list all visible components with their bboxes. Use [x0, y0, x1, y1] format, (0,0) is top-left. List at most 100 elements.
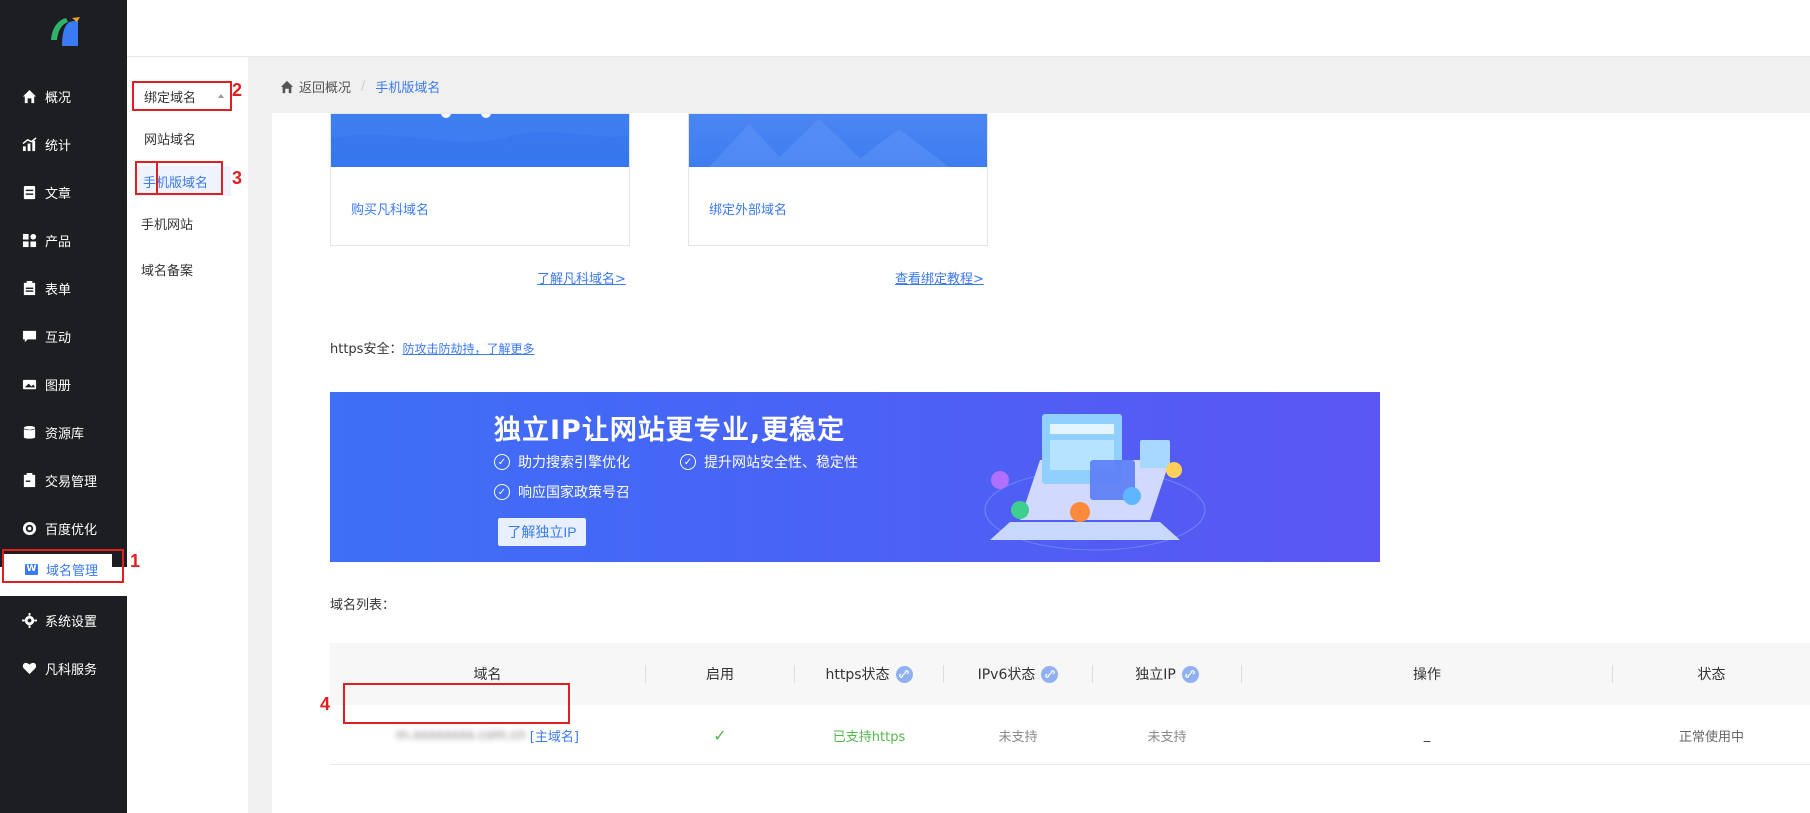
cell-dedicated-ip: 未支持 [1147, 729, 1187, 745]
breadcrumb: 返回概况 / 手机版域名 [280, 77, 440, 96]
bind-external-domain-card[interactable]: 绑定外部域名 [688, 113, 988, 246]
cell-enabled: ✓ [713, 725, 727, 745]
cell-action: _ [1423, 727, 1431, 743]
sidebar-item-trade[interactable]: 交易管理 [0, 456, 127, 504]
sidebar-item-service[interactable]: 凡科服务 [0, 644, 127, 692]
primary-domain-tag: [主域名] [529, 729, 579, 745]
main-sidebar-bottom: 系统设置 凡科服务 [0, 596, 127, 813]
laptop-illustration [984, 414, 1206, 551]
sidebar-item-label: 表单 [45, 282, 72, 298]
subnav-item-label: 手机网站 [141, 218, 194, 233]
check-circle-icon: ✓ [494, 484, 510, 500]
col-header-dedicated-ip: 独立IP [1093, 643, 1241, 705]
sidebar-item-label: 百度优化 [45, 522, 98, 538]
sidebar-item-label: 凡科服务 [45, 662, 98, 678]
top-bar [127, 0, 1810, 57]
form-icon [21, 280, 37, 296]
sidebar-item-interact[interactable]: 互动 [0, 312, 127, 360]
banner-title: 独立IP让网站更专业,更稳定 [494, 415, 846, 446]
sidebar-item-settings[interactable]: 系统设置 [0, 596, 127, 644]
domain-name[interactable]: m.xxxxxxxx.com.cn [396, 728, 526, 743]
buy-domain-card[interactable]: 购买凡科域名 [330, 113, 630, 246]
sidebar-item-label: 图册 [45, 378, 72, 394]
banner-feature-label: 提升网站安全性、稳定性 [704, 455, 858, 471]
subnav-item-mobile-site[interactable]: 手机网站 [141, 214, 241, 233]
sidebar-item-overview[interactable]: 概况 [0, 72, 127, 120]
sidebar-item-label: 产品 [45, 234, 72, 250]
learn-dedicated-ip-button[interactable]: 了解独立IP [498, 518, 586, 546]
caret-up-icon [218, 94, 224, 98]
card-banner [689, 114, 987, 167]
sidebar-item-label: 文章 [45, 186, 72, 202]
annotation-number: 1 [130, 551, 141, 571]
annotation-number: 3 [232, 168, 243, 188]
product-icon [21, 232, 37, 248]
cell-https: 已支持https [832, 729, 906, 745]
logo-icon [51, 17, 80, 46]
sidebar-item-stats[interactable]: 统计 [0, 120, 127, 168]
page: 概况 统计 文章 产品 表单 互动 图册 资源库 交易管理 百度优化 W 域名管… [0, 0, 1810, 813]
card-title: 购买凡科域名 [351, 203, 430, 218]
banner-feature: ✓ 响应国家政策号召 [494, 482, 630, 502]
sidebar-item-product[interactable]: 产品 [0, 216, 127, 264]
mountain-decoration [709, 119, 949, 167]
article-icon [21, 184, 37, 200]
subnav-item-label: 网站域名 [144, 133, 197, 148]
annotation-box-3b [135, 161, 223, 195]
dedicated-ip-banner[interactable]: 独立IP让网站更专业,更稳定 ✓ 助力搜索引擎优化 ✓ 提升网站安全性、稳定性 ✓ 响… [330, 392, 1380, 562]
header-label: 启用 [706, 667, 734, 683]
learn-domain-link[interactable]: 了解凡科域名> [537, 268, 626, 287]
header-label: 独立IP [1135, 667, 1176, 683]
https-security-line: https安全：防攻击防劫持，了解更多 [330, 338, 534, 357]
check-circle-icon: ✓ [680, 454, 696, 470]
sidebar-item-gallery[interactable]: 图册 [0, 360, 127, 408]
sidebar-item-label: 系统设置 [45, 614, 98, 630]
https-label: https安全： [330, 342, 403, 357]
card-title: 绑定外部域名 [709, 203, 788, 218]
sidebar-item-form[interactable]: 表单 [0, 264, 127, 312]
link-help-icon[interactable] [895, 665, 913, 683]
annotation-number: 4 [320, 694, 331, 714]
col-header-action: 操作 [1242, 643, 1612, 705]
home-icon [21, 88, 37, 104]
stats-icon [21, 136, 37, 152]
link-help-icon[interactable] [1181, 665, 1199, 683]
link-help-icon[interactable] [1041, 665, 1059, 683]
bind-tutorial-link[interactable]: 查看绑定教程> [895, 268, 984, 287]
annotation-box-1 [2, 549, 124, 583]
breadcrumb-current: 手机版域名 [375, 81, 441, 96]
banner-feature: ✓ 提升网站安全性、稳定性 [680, 452, 858, 472]
check-circle-icon: ✓ [494, 454, 510, 470]
wave-decoration [331, 132, 629, 167]
banner-feature-label: 助力搜索引擎优化 [518, 455, 630, 471]
header-label: IPv6状态 [977, 667, 1036, 683]
sidebar-item-label: 概况 [45, 90, 72, 106]
heart-icon [21, 660, 37, 676]
clipboard-icon [21, 472, 37, 488]
sidebar-item-label: 统计 [45, 138, 72, 154]
sidebar-item-article[interactable]: 文章 [0, 168, 127, 216]
target-icon [21, 520, 37, 536]
breadcrumb-separator: / [361, 79, 366, 94]
sidebar-item-baidu-seo[interactable]: 百度优化 [0, 504, 127, 552]
home-icon [280, 80, 294, 93]
subnav-item-label: 域名备案 [141, 264, 194, 279]
database-icon [21, 424, 37, 440]
header-label: https状态 [825, 667, 890, 683]
card-banner [331, 114, 629, 167]
breadcrumb-back[interactable]: 返回概况 [299, 77, 351, 96]
gallery-icon [21, 376, 37, 392]
col-header-ipv6: IPv6状态 [944, 643, 1092, 705]
cell-status: 正常使用中 [1678, 729, 1744, 745]
col-header-status: 状态 [1613, 643, 1810, 705]
domain-list-label: 域名列表： [330, 598, 396, 613]
subnav-group-bind-domain[interactable]: 绑定域名 [132, 81, 232, 111]
sidebar-item-resources[interactable]: 资源库 [0, 408, 127, 456]
sidebar-item-label: 互动 [45, 330, 72, 346]
banner-feature-label: 响应国家政策号召 [518, 485, 630, 501]
subnav-item-icp[interactable]: 域名备案 [141, 260, 241, 279]
https-learn-more-link[interactable]: 防攻击防劫持，了解更多 [402, 342, 534, 356]
banner-feature: ✓ 助力搜索引擎优化 [494, 452, 630, 472]
subnav-item-site-domain[interactable]: 网站域名 [144, 129, 244, 148]
gear-icon [21, 612, 37, 628]
